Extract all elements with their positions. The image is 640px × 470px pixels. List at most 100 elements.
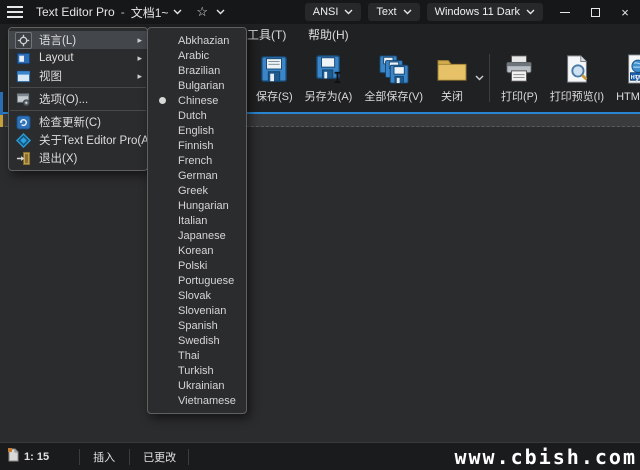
menubar-item[interactable]: 工具(T) — [243, 24, 290, 46]
language-submenu-popup: AbkhazianArabicBrazilian Bulgarian Chinese… — [147, 27, 247, 414]
language-menu-item[interactable]: Turkish — [148, 363, 246, 378]
language-label: Thai — [178, 350, 199, 362]
menu-item-label: 退出(X) — [39, 150, 77, 166]
language-menu-item[interactable]: Spanish — [148, 318, 246, 333]
language-menu-item[interactable]: Ukrainian — [148, 378, 246, 393]
exit-icon — [15, 150, 32, 167]
toolbar-dropdown-chevron-icon[interactable] — [475, 50, 484, 106]
language-menu-item[interactable]: Italian — [148, 213, 246, 228]
language-menu-item[interactable]: Portuguese — [148, 273, 246, 288]
toolbar-separator — [489, 54, 490, 102]
chevron-down-icon[interactable] — [216, 9, 225, 15]
menu-item[interactable]: 选项(O)... — [9, 90, 147, 108]
menu-item[interactable]: Layout▸ — [9, 49, 147, 67]
chevron-down-icon[interactable] — [173, 9, 182, 15]
language-label: Chinese — [178, 95, 218, 107]
language-menu-item[interactable]: Thai — [148, 348, 246, 363]
menu-item[interactable]: 关于Text Editor Pro(A) — [9, 131, 147, 149]
language-menu-item[interactable]: Hungarian — [148, 198, 246, 213]
save-as-icon — [312, 52, 346, 86]
language-menu-item[interactable]: Swedish — [148, 333, 246, 348]
star-icon[interactable]: ☆ — [196, 4, 208, 20]
language-menu-item[interactable]: Vietnamese — [148, 393, 246, 408]
language-label: Ukrainian — [178, 380, 224, 392]
language-label: Bulgarian — [178, 80, 224, 92]
language-icon — [15, 32, 32, 49]
language-label: English — [178, 125, 214, 137]
toolbar-button[interactable]: 打印(P) — [495, 50, 544, 106]
language-menu-item[interactable]: Korean — [148, 243, 246, 258]
toolbar-button-label: 另存为(A) — [305, 88, 353, 104]
watermark-text: www.cbish.com — [454, 445, 637, 469]
close-button[interactable]: × — [610, 0, 640, 24]
toolbar-button[interactable]: 关闭 — [429, 50, 475, 106]
submenu-arrow-icon: ▸ — [137, 53, 142, 64]
encoding-dropdown[interactable]: ANSI — [305, 3, 362, 21]
toolbar-button[interactable]: 全部保存(V) — [358, 50, 429, 106]
language-menu-item[interactable]: Bulgarian — [148, 78, 246, 93]
menu-item-label: 语言(L) — [39, 32, 76, 48]
update-icon — [15, 114, 32, 131]
statusbar-divider — [188, 449, 189, 465]
menubar-item[interactable]: 帮助(H) — [304, 24, 353, 46]
document-selector[interactable]: 文档1~ — [131, 4, 183, 21]
language-menu-item[interactable]: Finnish — [148, 138, 246, 153]
language-label: French — [178, 155, 212, 167]
menu-separator — [10, 110, 146, 111]
save-icon — [257, 52, 291, 86]
toolbar-button[interactable]: 另存为(A) — [299, 50, 359, 106]
language-menu-item[interactable]: English — [148, 123, 246, 138]
toolbar-button-label: 全部保存(V) — [364, 88, 423, 104]
menu-item[interactable]: 视图▸ — [9, 67, 147, 85]
minimize-button[interactable] — [550, 0, 580, 24]
submenu-arrow-icon: ▸ — [137, 35, 142, 46]
language-label: Polski — [178, 260, 207, 272]
menu-separator — [10, 87, 146, 88]
language-menu-item[interactable]: Polski — [148, 258, 246, 273]
language-label: Japanese — [178, 230, 226, 242]
toolbar-button[interactable]: 保存(S) — [250, 50, 299, 106]
chevron-down-icon — [526, 9, 535, 15]
language-label: Dutch — [178, 110, 207, 122]
editor-area[interactable] — [0, 127, 640, 442]
filetype-dropdown[interactable]: Text — [368, 3, 419, 21]
save-all-icon — [377, 52, 411, 86]
menu-item[interactable]: 语言(L) ▸ — [9, 31, 147, 49]
app-title: Text Editor Pro — [36, 5, 115, 19]
menu-item[interactable]: 退出(X) — [9, 149, 147, 167]
maximize-button[interactable] — [580, 0, 610, 24]
theme-dropdown[interactable]: Windows 11 Dark — [427, 3, 543, 21]
toolbar-button-label: 打印预览(I) — [550, 88, 604, 104]
language-menu-item[interactable]: Dutch — [148, 108, 246, 123]
maximize-icon — [591, 8, 600, 17]
options-icon — [15, 91, 32, 108]
language-menu-item[interactable]: French — [148, 153, 246, 168]
minimize-icon — [560, 12, 570, 13]
language-menu-item[interactable]: Greek — [148, 183, 246, 198]
toolbar-button-label: 关闭 — [441, 88, 463, 104]
language-menu-item[interactable]: Slovenian — [148, 303, 246, 318]
insert-mode-indicator[interactable]: 插入 — [93, 449, 115, 465]
language-menu-item[interactable]: Brazilian — [148, 63, 246, 78]
toolbar-overflow-chevron-icon[interactable]: › — [634, 70, 639, 86]
language-menu-item[interactable]: Abkhazian — [148, 33, 246, 48]
menu-item[interactable]: 检查更新(C) — [9, 113, 147, 131]
language-menu-item[interactable]: Chinese — [148, 93, 246, 108]
language-menu-item[interactable]: German — [148, 168, 246, 183]
language-label: Portuguese — [178, 275, 234, 287]
language-label: Greek — [178, 185, 208, 197]
toolbar-button[interactable]: 打印预览(I) — [544, 50, 610, 106]
language-menu-item[interactable]: Arabic — [148, 48, 246, 63]
hamburger-menu-icon[interactable] — [0, 0, 30, 24]
chevron-down-icon — [344, 9, 353, 15]
language-label: Vietnamese — [178, 395, 236, 407]
toolbar-button-label: 保存(S) — [256, 88, 293, 104]
language-menu-item[interactable]: Slovak — [148, 288, 246, 303]
app-window: Text Editor Pro - 文档1~ ☆ ANSI Text Windo… — [0, 0, 640, 470]
language-menu-item[interactable]: Japanese — [148, 228, 246, 243]
menu-item-label: 视图 — [39, 68, 62, 84]
language-label: Korean — [178, 245, 213, 257]
toolbar-button-label: 打印(P) — [501, 88, 538, 104]
close-icon: × — [621, 6, 629, 19]
language-label: Italian — [178, 215, 207, 227]
